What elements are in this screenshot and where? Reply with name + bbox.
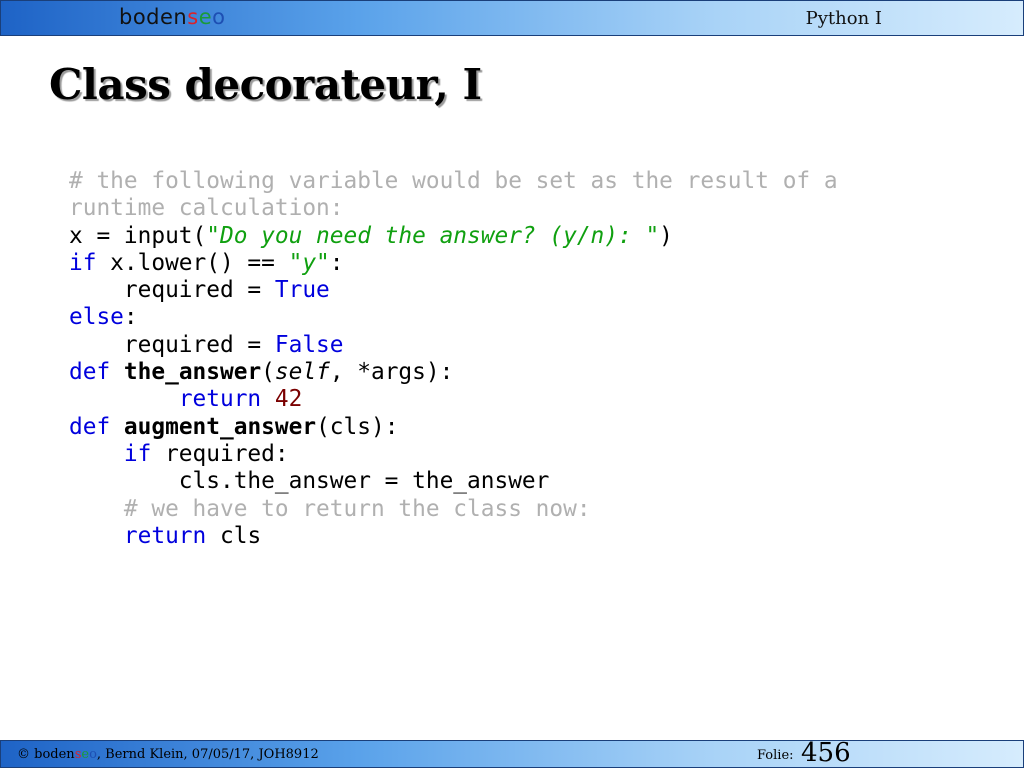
code-keyword: else xyxy=(69,304,124,331)
code-token: required: xyxy=(151,440,289,467)
code-keyword: def xyxy=(69,359,111,386)
header-bar: bodenseo Python I xyxy=(0,0,1024,36)
code-comment: runtime calculation: xyxy=(69,195,344,222)
footer-bar: © bodenseo, Bernd Klein, 07/05/17, JOH89… xyxy=(0,738,1024,768)
code-comment: # the following variable would be set as… xyxy=(69,168,838,194)
code-function-name: augment_answer xyxy=(123,413,317,440)
footer-credits: © bodenseo, Bernd Klein, 07/05/17, JOH89… xyxy=(17,747,319,762)
code-token: cls.the_answer = the_answer xyxy=(69,468,550,495)
code-keyword: return xyxy=(123,522,207,549)
code-param: self xyxy=(274,359,330,386)
slide-title: Class decorateur, I xyxy=(49,60,482,109)
code-token: required = xyxy=(69,277,275,304)
folie-label: Folie: xyxy=(757,748,794,763)
code-token: , *args): xyxy=(329,359,454,386)
code-comment: # we have to return the class now: xyxy=(69,495,591,522)
bodenseo-logo: bodenseo xyxy=(119,5,226,29)
copyright-symbol: © xyxy=(17,747,30,762)
code-keyword: True xyxy=(274,277,330,304)
page-number: 456 xyxy=(801,738,851,768)
code-number: 42 xyxy=(274,386,303,413)
code-string: "y" xyxy=(288,249,330,276)
code-token: : xyxy=(329,249,344,276)
course-title: Python I xyxy=(805,8,882,29)
code-token: ( xyxy=(261,359,275,386)
code-token: required = xyxy=(69,331,275,358)
code-token: x = input( xyxy=(69,222,207,249)
code-function-name: the_answer xyxy=(123,359,262,386)
code-keyword: if xyxy=(123,440,152,467)
code-block: # the following variable would be set as… xyxy=(69,168,838,550)
code-token: : xyxy=(123,304,138,331)
code-keyword: if xyxy=(69,249,97,276)
code-string: "Do you need the answer? (y/n): " xyxy=(206,222,660,249)
code-token: ) xyxy=(659,222,673,249)
footer-author-date: , Bernd Klein, 07/05/17, JOH8912 xyxy=(96,747,319,762)
code-keyword: False xyxy=(274,331,344,358)
code-keyword: def xyxy=(69,413,111,440)
code-keyword: return xyxy=(178,386,262,413)
footer-brand: bodenseo xyxy=(34,747,97,762)
code-token: x.lower() == xyxy=(96,249,289,276)
code-token: cls xyxy=(206,522,262,549)
code-token: (cls): xyxy=(316,413,399,440)
